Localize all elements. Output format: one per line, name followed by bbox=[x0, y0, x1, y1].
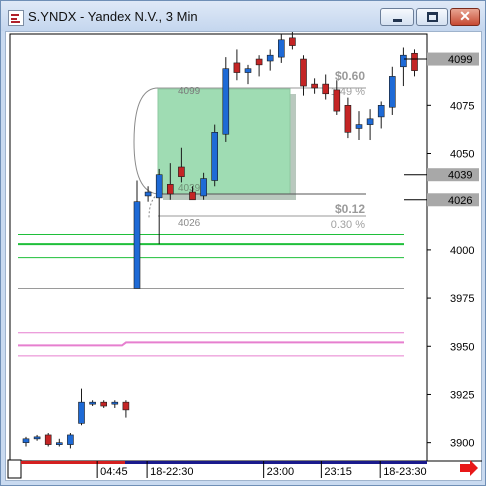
price-chart[interactable]: 4099 4039 4026 $0.60 1.49 % $0.12 0.30 %… bbox=[6, 28, 483, 482]
candle-body-up bbox=[78, 401, 85, 424]
candle-body-up bbox=[133, 201, 141, 289]
maximize-icon bbox=[427, 12, 438, 22]
candle-body-up bbox=[366, 118, 374, 125]
time-bar-red bbox=[21, 461, 125, 464]
price-tick-label: 3975 bbox=[450, 293, 474, 305]
candle-body-up bbox=[33, 436, 41, 440]
candle-body-up bbox=[22, 438, 30, 443]
measure-lower-pct: 0.30 % bbox=[331, 219, 365, 231]
scroll-right-button[interactable] bbox=[460, 460, 478, 476]
price-tick-label: 4075 bbox=[450, 100, 474, 112]
price-marker-label: 4099 bbox=[448, 54, 472, 66]
price-marker-label: 4026 bbox=[448, 195, 472, 207]
candle-body-up bbox=[266, 54, 274, 62]
price-axis[interactable]: 3900 3925 3950 3975 4000 4050 4075 bbox=[427, 56, 474, 450]
chart-window: S.YNDX - Yandex N.V., 3 Min ✕ 4099 4039 … bbox=[0, 0, 486, 486]
candle-body-up bbox=[144, 191, 152, 197]
candle-body-down bbox=[255, 58, 263, 66]
price-tick-label: 3950 bbox=[450, 341, 474, 353]
candle-body-up bbox=[155, 174, 163, 199]
minimize-button[interactable] bbox=[380, 8, 414, 26]
candle-body-up bbox=[222, 68, 230, 135]
candle-body-up bbox=[211, 132, 218, 181]
title-bar[interactable]: S.YNDX - Yandex N.V., 3 Min ✕ bbox=[1, 1, 485, 31]
candle[interactable] bbox=[222, 57, 230, 142]
candle-body-up bbox=[67, 434, 74, 445]
candle-body-down bbox=[333, 89, 341, 112]
candle[interactable] bbox=[211, 124, 218, 187]
chart-pane[interactable]: 4099 4039 4026 $0.60 1.49 % $0.12 0.30 %… bbox=[5, 28, 483, 482]
candle-body-down bbox=[322, 83, 330, 95]
chart-app-icon[interactable] bbox=[8, 10, 24, 26]
window-title: S.YNDX - Yandex N.V., 3 Min bbox=[28, 9, 198, 24]
price-tick-label: 3925 bbox=[450, 389, 474, 401]
candle-body-down bbox=[44, 434, 52, 445]
maximize-button[interactable] bbox=[416, 8, 448, 26]
time-tick-label: 04:45 bbox=[100, 466, 128, 478]
time-bar-blue bbox=[125, 461, 427, 464]
time-tick-label: 18-23:30 bbox=[383, 466, 426, 478]
close-icon: ✕ bbox=[459, 8, 471, 24]
candle-body-up bbox=[111, 401, 119, 405]
arrow-right-icon bbox=[460, 460, 478, 476]
price-tick-label: 3900 bbox=[450, 438, 474, 450]
time-axis[interactable] bbox=[7, 459, 427, 479]
candle-body-down bbox=[167, 184, 174, 195]
candle-body-down bbox=[411, 52, 418, 71]
measure-upper-price: 4099 bbox=[178, 86, 201, 97]
candle-body-up bbox=[200, 178, 207, 197]
candle-body-down bbox=[100, 401, 107, 407]
candle-body-up bbox=[89, 401, 96, 405]
candle-body-up bbox=[388, 76, 396, 108]
candle-body-down bbox=[189, 191, 196, 201]
time-tick-label: 23:15 bbox=[324, 466, 352, 478]
price-marker-label: 4039 bbox=[448, 170, 472, 182]
candle-body-down bbox=[178, 166, 185, 177]
measure-lower-change: $0.12 bbox=[335, 202, 365, 216]
candle-body-up bbox=[377, 105, 385, 118]
candle[interactable] bbox=[44, 433, 52, 447]
candle-body-up bbox=[277, 39, 285, 58]
time-tick-label: 18-22:30 bbox=[150, 466, 193, 478]
close-button[interactable]: ✕ bbox=[450, 8, 480, 26]
candle-body-down bbox=[311, 83, 318, 89]
candle-body-up bbox=[244, 68, 252, 73]
time-axis-corner-box[interactable] bbox=[7, 459, 22, 479]
time-tick-label: 23:00 bbox=[267, 466, 295, 478]
measure-upper-change: $0.60 bbox=[335, 69, 365, 83]
candle-body-down bbox=[122, 401, 130, 411]
candle-body-down bbox=[344, 105, 352, 133]
candle-body-up bbox=[355, 124, 363, 129]
measure-base-price: 4026 bbox=[178, 218, 201, 229]
candle-body-up bbox=[55, 442, 63, 445]
candle-body-up bbox=[400, 54, 407, 68]
candle-body-down bbox=[233, 62, 241, 73]
candle-body-down bbox=[300, 58, 307, 87]
minimize-icon bbox=[393, 19, 402, 22]
price-tick-label: 4050 bbox=[450, 149, 474, 161]
price-tick-label: 4000 bbox=[450, 245, 474, 257]
candle-body-down bbox=[289, 37, 296, 46]
